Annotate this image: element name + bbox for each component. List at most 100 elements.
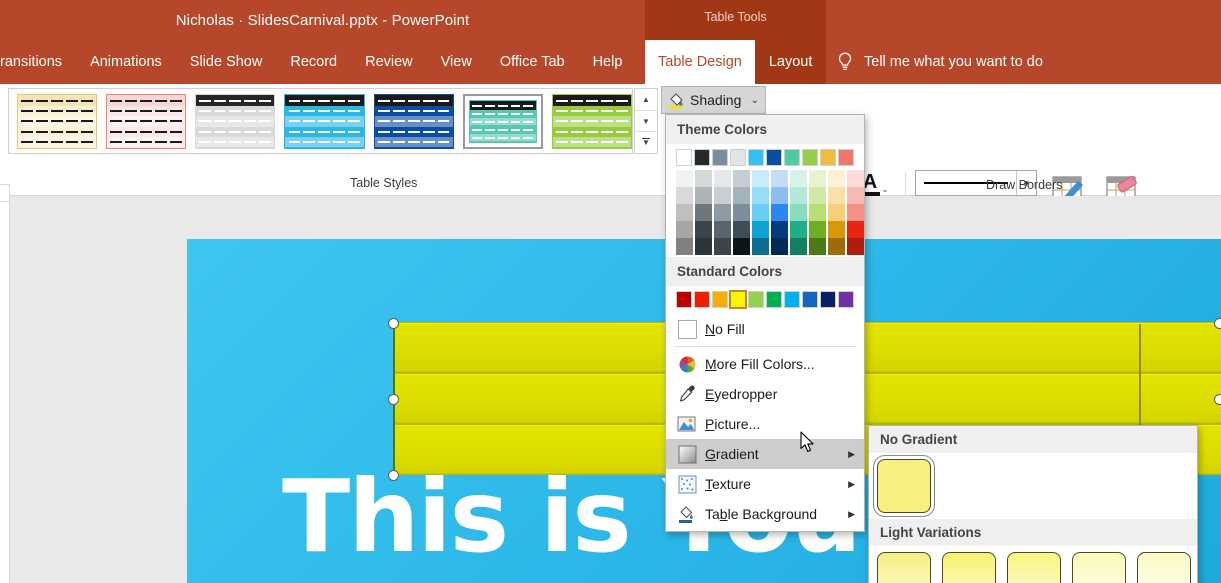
theme-colors-grid[interactable] xyxy=(666,144,864,257)
theme-color-variant-0-0[interactable] xyxy=(676,170,693,187)
standard-color-swatch-4[interactable] xyxy=(748,291,764,308)
standard-color-swatch-2[interactable] xyxy=(712,291,728,308)
ribbon-tab-record[interactable]: Record xyxy=(276,40,351,84)
theme-colors-base-row[interactable] xyxy=(676,149,854,166)
theme-color-variant-6-0[interactable] xyxy=(790,170,807,187)
slide-thumbnail-pane[interactable] xyxy=(0,184,10,583)
theme-color-variant-3-3[interactable] xyxy=(733,221,750,238)
theme-color-variant-6-2[interactable] xyxy=(790,204,807,221)
theme-color-variant-4-1[interactable] xyxy=(752,187,769,204)
table-style-gray[interactable] xyxy=(195,93,276,149)
theme-color-variant-5-3[interactable] xyxy=(771,221,788,238)
theme-color-variant-1-3[interactable] xyxy=(695,221,712,238)
ribbon-tab-view[interactable]: View xyxy=(427,40,486,84)
ribbon-tab-help[interactable]: Help xyxy=(579,40,637,84)
theme-color-variant-2-0[interactable] xyxy=(714,170,731,187)
theme-color-swatch-9[interactable] xyxy=(838,149,854,166)
theme-color-variant-column-4[interactable] xyxy=(752,170,769,255)
theme-color-swatch-1[interactable] xyxy=(694,149,710,166)
ribbon-tab-animations[interactable]: Animations xyxy=(76,40,176,84)
selection-handle[interactable] xyxy=(388,394,399,405)
theme-color-variant-5-0[interactable] xyxy=(771,170,788,187)
theme-color-variant-column-9[interactable] xyxy=(847,170,864,255)
theme-color-variant-column-6[interactable] xyxy=(790,170,807,255)
theme-color-variant-3-2[interactable] xyxy=(733,204,750,221)
menu-item-no-fill[interactable]: No Fill xyxy=(666,314,864,344)
standard-color-swatch-8[interactable] xyxy=(820,291,836,308)
standard-color-swatch-5[interactable] xyxy=(766,291,782,308)
theme-color-variant-4-2[interactable] xyxy=(752,204,769,221)
theme-color-variant-column-1[interactable] xyxy=(695,170,712,255)
theme-color-variant-7-1[interactable] xyxy=(809,187,826,204)
standard-color-swatch-3[interactable] xyxy=(729,290,747,309)
table-style-pink[interactable] xyxy=(106,93,187,149)
theme-color-variant-4-3[interactable] xyxy=(752,221,769,238)
standard-color-swatch-0[interactable] xyxy=(676,291,692,308)
standard-color-swatch-6[interactable] xyxy=(784,291,800,308)
theme-color-variant-1-4[interactable] xyxy=(695,238,712,255)
theme-color-swatch-0[interactable] xyxy=(676,149,692,166)
theme-color-swatch-6[interactable] xyxy=(784,149,800,166)
theme-color-variant-2-2[interactable] xyxy=(714,204,731,221)
light-variations-row[interactable] xyxy=(869,546,1197,583)
theme-color-variant-0-3[interactable] xyxy=(676,221,693,238)
theme-color-variant-3-1[interactable] xyxy=(733,187,750,204)
theme-color-variant-8-4[interactable] xyxy=(828,238,845,255)
shading-menu-items[interactable]: No Fill More Fill Colors... Eyedropper Pict… xyxy=(666,314,864,529)
no-gradient-swatch[interactable] xyxy=(873,455,935,517)
theme-color-swatch-8[interactable] xyxy=(820,149,836,166)
table-styles-gallery[interactable] xyxy=(8,88,633,154)
theme-color-variant-0-4[interactable] xyxy=(676,238,693,255)
gallery-scroll-down-icon[interactable]: ▼ xyxy=(635,111,657,133)
theme-color-variant-column-7[interactable] xyxy=(809,170,826,255)
theme-color-variant-3-0[interactable] xyxy=(733,170,750,187)
theme-color-variant-8-2[interactable] xyxy=(828,204,845,221)
theme-color-variant-5-1[interactable] xyxy=(771,187,788,204)
theme-color-variant-9-1[interactable] xyxy=(847,187,864,204)
light-variation-swatch-3[interactable] xyxy=(1072,552,1126,583)
light-variation-swatch-2[interactable] xyxy=(1007,552,1061,583)
theme-color-variant-8-3[interactable] xyxy=(828,221,845,238)
theme-color-variant-5-2[interactable] xyxy=(771,204,788,221)
theme-color-variant-6-1[interactable] xyxy=(790,187,807,204)
theme-color-variant-0-1[interactable] xyxy=(676,187,693,204)
theme-color-variant-7-3[interactable] xyxy=(809,221,826,238)
menu-item-gradient[interactable]: Gradient ▶ xyxy=(666,439,864,469)
theme-color-variant-1-2[interactable] xyxy=(695,204,712,221)
theme-color-variant-2-1[interactable] xyxy=(714,187,731,204)
theme-color-variant-column-0[interactable] xyxy=(676,170,693,255)
chevron-down-icon[interactable]: ⌄ xyxy=(751,95,759,106)
theme-color-variant-9-3[interactable] xyxy=(847,221,864,238)
gradient-submenu[interactable]: No Gradient Light Variations xyxy=(868,425,1198,583)
theme-color-variant-6-3[interactable] xyxy=(790,221,807,238)
theme-color-variant-8-1[interactable] xyxy=(828,187,845,204)
theme-color-variant-4-4[interactable] xyxy=(752,238,769,255)
menu-item-texture[interactable]: Texture ▶ xyxy=(666,469,864,499)
tell-me-box[interactable]: Tell me what you want to do xyxy=(836,40,1043,84)
ribbon-tab-layout[interactable]: Layout xyxy=(755,40,827,84)
standard-color-swatch-1[interactable] xyxy=(694,291,710,308)
theme-color-variant-1-0[interactable] xyxy=(695,170,712,187)
theme-color-variant-column-2[interactable] xyxy=(714,170,731,255)
theme-color-variant-2-4[interactable] xyxy=(714,238,731,255)
theme-color-swatch-2[interactable] xyxy=(712,149,728,166)
light-variation-swatch-0[interactable] xyxy=(877,552,931,583)
gallery-more-icon[interactable]: ▼ xyxy=(635,132,657,153)
selection-handle[interactable] xyxy=(1214,394,1221,405)
theme-colors-variants[interactable] xyxy=(676,170,864,255)
theme-color-swatch-3[interactable] xyxy=(730,149,746,166)
theme-color-variant-9-2[interactable] xyxy=(847,204,864,221)
light-variation-swatch-4[interactable] xyxy=(1137,552,1191,583)
selection-handle[interactable] xyxy=(1214,318,1221,329)
theme-color-variant-7-0[interactable] xyxy=(809,170,826,187)
standard-color-swatch-7[interactable] xyxy=(802,291,818,308)
table-style-green[interactable] xyxy=(551,93,632,149)
ribbon-tab-table-design[interactable]: Table Design xyxy=(645,40,755,84)
theme-color-variant-2-3[interactable] xyxy=(714,221,731,238)
theme-color-swatch-5[interactable] xyxy=(766,149,782,166)
menu-item-more-fill-colors[interactable]: More Fill Colors... xyxy=(666,349,864,379)
menu-item-picture[interactable]: Picture... xyxy=(666,409,864,439)
theme-color-variant-7-4[interactable] xyxy=(809,238,826,255)
no-gradient-body[interactable] xyxy=(869,453,1197,519)
theme-color-variant-9-0[interactable] xyxy=(847,170,864,187)
